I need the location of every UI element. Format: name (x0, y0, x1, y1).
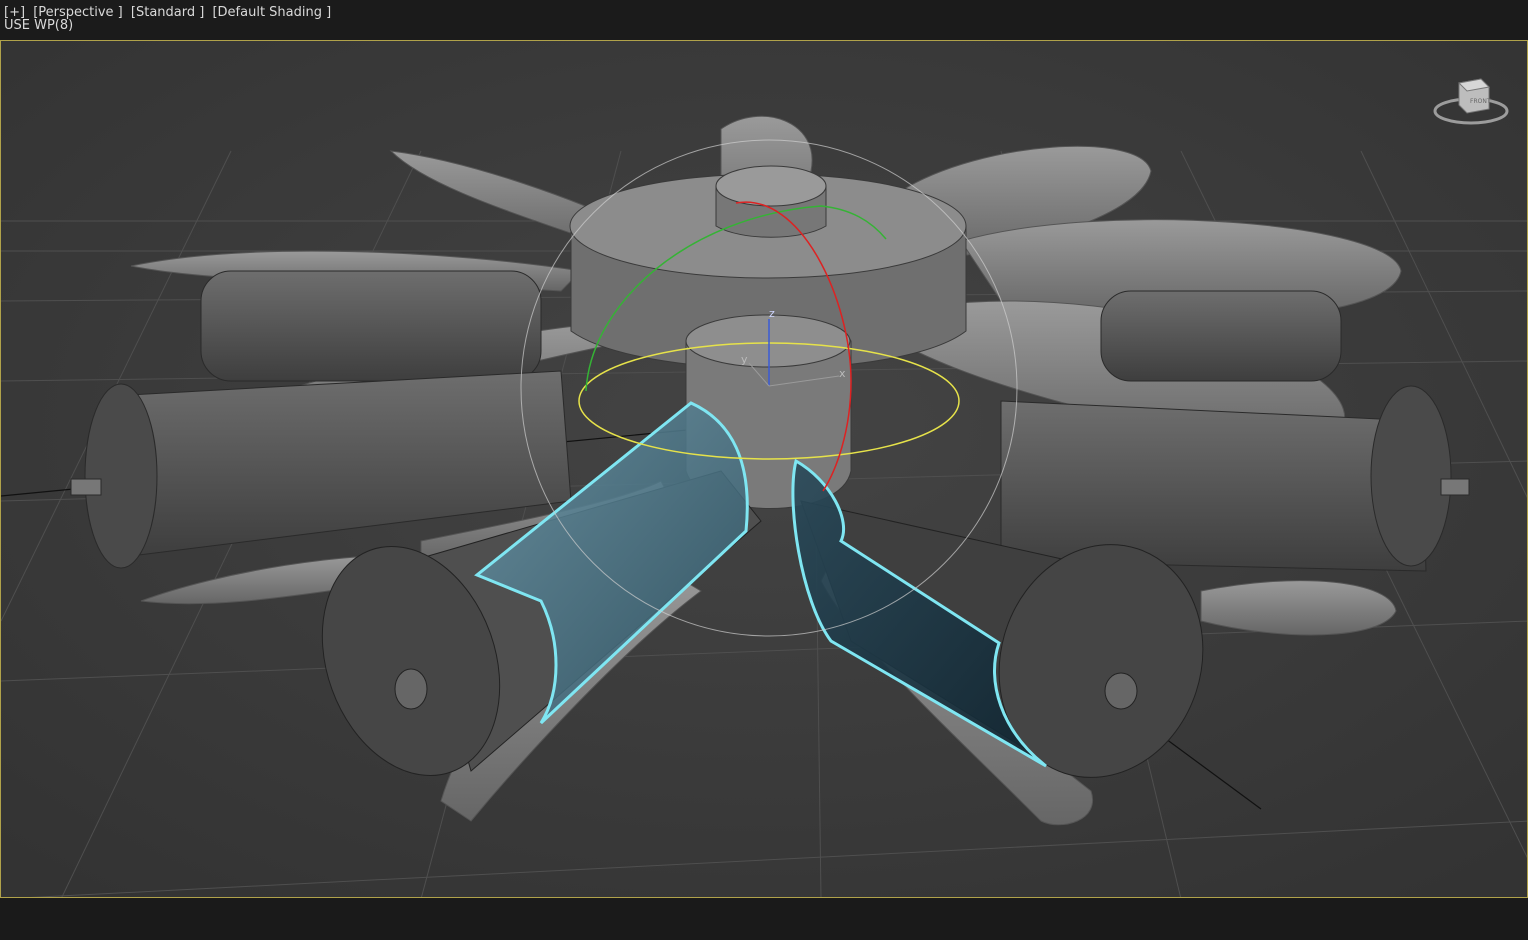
workplane-label: USE WP(8) (4, 18, 74, 33)
gizmo-z-label: z (769, 307, 775, 320)
viewport-standard-menu[interactable]: [Standard ] (131, 5, 204, 20)
scene-canvas[interactable]: z y x (1, 41, 1528, 898)
viewport-shading-menu[interactable]: [Default Shading ] (212, 5, 331, 20)
viewcube-face-label: FRONT (1470, 98, 1491, 105)
viewcube[interactable]: FRONT (1431, 73, 1515, 133)
viewport-footer (0, 898, 1528, 940)
perspective-viewport[interactable]: z y x FRONT z x (0, 40, 1528, 898)
viewport-header: [+] [Perspective ] [Standard ] [Default … (0, 0, 1528, 40)
gizmo-y-label: y (741, 353, 748, 366)
gizmo-x-label: x (839, 367, 846, 380)
